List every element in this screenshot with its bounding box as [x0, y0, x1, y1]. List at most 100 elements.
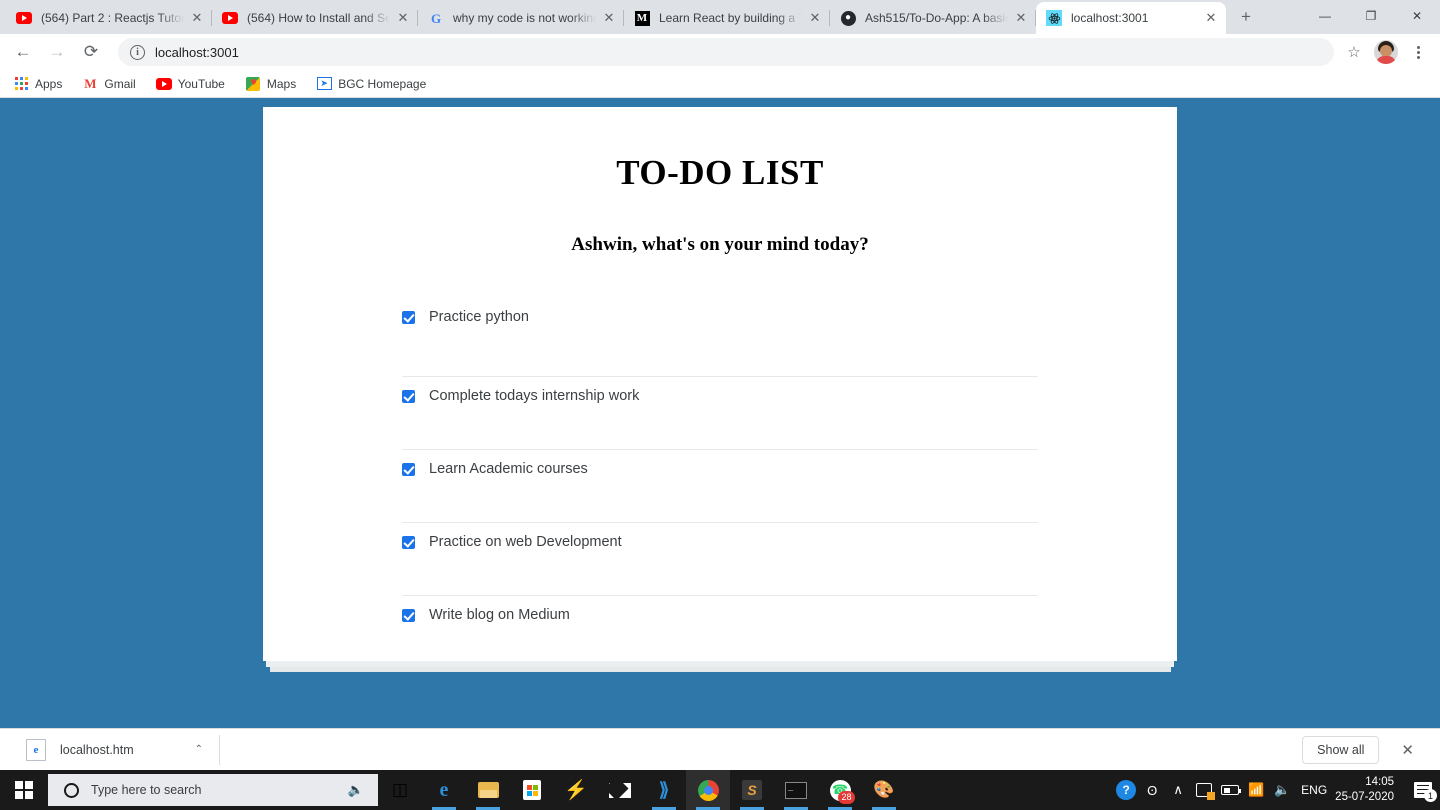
- close-window-button[interactable]: ✕: [1394, 0, 1440, 32]
- browser-tab-3[interactable]: M Learn React by building a To ✕: [624, 2, 830, 34]
- youtube-icon: [16, 10, 32, 26]
- chrome-icon: [697, 779, 719, 801]
- taskbar-app-mail[interactable]: [598, 770, 642, 810]
- forward-icon[interactable]: →: [42, 37, 72, 67]
- downloads-shelf-actions: Show all ✕: [1302, 735, 1428, 764]
- whatsapp-badge: 28: [838, 790, 855, 804]
- chrome-browser-window: (564) Part 2 : Reactjs Tutorial ✕ (564) …: [0, 0, 1440, 770]
- lightning-icon: ⚡: [564, 780, 588, 801]
- browser-tab-5-active[interactable]: localhost:3001 ✕: [1036, 2, 1226, 34]
- people-icon[interactable]: ʘ: [1139, 770, 1165, 810]
- microphone-icon[interactable]: 🔈: [348, 782, 364, 798]
- window-controls: — ❐ ✕: [1302, 0, 1440, 32]
- mail-icon: [609, 779, 631, 801]
- taskbar-search-input[interactable]: Type here to search 🔈: [48, 774, 378, 806]
- todo-checkbox[interactable]: [402, 608, 415, 622]
- chrome-menu-icon[interactable]: [1404, 45, 1432, 59]
- bookmarks-bar: Apps M Gmail YouTube Maps ➤ BGC Homepage: [0, 70, 1440, 98]
- tab-title: (564) How to Install and Setu: [247, 11, 390, 25]
- picture-warning-icon[interactable]: [1191, 770, 1217, 810]
- tab-title: Learn React by building a To: [659, 11, 802, 25]
- github-icon: ●: [840, 10, 856, 26]
- chevron-up-icon[interactable]: ⌃: [195, 744, 203, 755]
- taskbar-app-whatsapp[interactable]: ☎ 28: [818, 770, 862, 810]
- bookmark-youtube[interactable]: YouTube: [153, 73, 228, 95]
- notification-center-button[interactable]: 1: [1406, 770, 1440, 810]
- chevron-up-icon[interactable]: ∧: [1165, 770, 1191, 810]
- system-tray: ? ʘ ∧ 📶 🔈 ENG 14:05 25-07-2020 1: [1113, 770, 1440, 810]
- tab-title: Ash515/To-Do-App: A basic T: [865, 11, 1008, 25]
- tab-close-icon[interactable]: ✕: [394, 9, 412, 27]
- todo-card: TO-DO LIST Ashwin, what's on your mind t…: [263, 107, 1177, 669]
- tab-close-icon[interactable]: ✕: [188, 9, 206, 27]
- todo-checkbox[interactable]: [402, 389, 415, 403]
- taskbar-app-vscode[interactable]: ⟫: [642, 770, 686, 810]
- tab-title: (564) Part 2 : Reactjs Tutorial: [41, 11, 184, 25]
- todo-item[interactable]: Practice python: [402, 304, 1038, 377]
- bookmark-gmail[interactable]: M Gmail: [79, 73, 138, 95]
- download-item[interactable]: e localhost.htm ⌃: [12, 734, 220, 765]
- bookmark-label: Apps: [35, 76, 63, 91]
- close-shelf-icon[interactable]: ✕: [1401, 741, 1414, 759]
- page-viewport: TO-DO LIST Ashwin, what's on your mind t…: [0, 98, 1440, 770]
- todo-item[interactable]: Learn Academic courses: [402, 450, 1038, 523]
- show-all-downloads-button[interactable]: Show all: [1302, 735, 1380, 764]
- task-view-button[interactable]: ◫: [378, 770, 422, 810]
- tab-close-icon[interactable]: ✕: [1202, 9, 1220, 27]
- bookmark-apps[interactable]: Apps: [10, 73, 65, 95]
- bgc-icon: ➤: [316, 76, 332, 92]
- windows-taskbar: Type here to search 🔈 ◫ e ⚡ ⟫ S _ ☎ 28 🎨…: [0, 770, 1440, 810]
- browser-tab-4[interactable]: ● Ash515/To-Do-App: A basic T ✕: [830, 2, 1036, 34]
- search-placeholder: Type here to search: [91, 783, 202, 797]
- taskbar-app-lightning[interactable]: ⚡: [554, 770, 598, 810]
- clock-time: 14:05: [1365, 776, 1394, 788]
- taskbar-app-file-explorer[interactable]: [466, 770, 510, 810]
- site-info-icon[interactable]: i: [130, 44, 145, 60]
- react-icon: [1046, 10, 1062, 26]
- todo-checkbox[interactable]: [402, 310, 415, 324]
- todo-item[interactable]: Write blog on Medium: [402, 596, 1038, 669]
- volume-icon[interactable]: 🔈: [1269, 770, 1295, 810]
- bookmark-star-icon[interactable]: ☆: [1340, 38, 1368, 66]
- todo-item[interactable]: Practice on web Development: [402, 523, 1038, 596]
- browser-tab-1[interactable]: (564) How to Install and Setu ✕: [212, 2, 418, 34]
- taskbar-app-chrome[interactable]: [686, 770, 730, 810]
- vscode-icon: ⟫: [658, 779, 670, 801]
- todo-list: Practice python Complete todays internsh…: [263, 304, 1177, 669]
- battery-icon[interactable]: [1217, 770, 1243, 810]
- todo-checkbox[interactable]: [402, 535, 415, 549]
- clock[interactable]: 14:05 25-07-2020: [1335, 775, 1394, 805]
- tab-close-icon[interactable]: ✕: [1012, 9, 1030, 27]
- edge-icon: e: [439, 778, 449, 801]
- taskbar-app-microsoft-store[interactable]: [510, 770, 554, 810]
- language-indicator[interactable]: ENG: [1301, 783, 1327, 797]
- minimize-button[interactable]: —: [1302, 0, 1348, 32]
- taskbar-app-paint-3d[interactable]: 🎨: [862, 770, 906, 810]
- todo-label: Practice python: [429, 309, 529, 325]
- tab-close-icon[interactable]: ✕: [600, 9, 618, 27]
- wifi-icon[interactable]: 📶: [1243, 770, 1269, 810]
- taskbar-app-microsoft-edge[interactable]: e: [422, 770, 466, 810]
- taskbar-app-sublime-text[interactable]: S: [730, 770, 774, 810]
- taskbar-apps: ◫ e ⚡ ⟫ S _ ☎ 28 🎨: [378, 770, 906, 810]
- browser-tab-2[interactable]: G why my code is not working ✕: [418, 2, 624, 34]
- tab-close-icon[interactable]: ✕: [806, 9, 824, 27]
- reload-icon[interactable]: ⟳: [76, 37, 106, 67]
- back-icon[interactable]: ←: [8, 37, 38, 67]
- browser-toolbar: ← → ⟳ i localhost:3001 ☆: [0, 34, 1440, 70]
- start-button[interactable]: [0, 770, 48, 810]
- todo-checkbox[interactable]: [402, 462, 415, 476]
- new-tab-button[interactable]: +: [1232, 3, 1260, 31]
- browser-tab-0[interactable]: (564) Part 2 : Reactjs Tutorial ✕: [6, 2, 212, 34]
- maximize-button[interactable]: ❐: [1348, 0, 1394, 32]
- help-support-icon[interactable]: ?: [1113, 770, 1139, 810]
- download-file-name: localhost.htm: [60, 742, 134, 757]
- bookmark-bgc-homepage[interactable]: ➤ BGC Homepage: [313, 73, 429, 95]
- taskbar-app-command-prompt[interactable]: [774, 770, 818, 810]
- address-bar[interactable]: i localhost:3001: [118, 38, 1334, 66]
- gmail-icon: M: [84, 75, 97, 91]
- avatar[interactable]: [1374, 40, 1398, 64]
- todo-item[interactable]: Complete todays internship work: [402, 377, 1038, 450]
- sublime-text-icon: S: [741, 779, 763, 801]
- bookmark-maps[interactable]: Maps: [242, 73, 299, 95]
